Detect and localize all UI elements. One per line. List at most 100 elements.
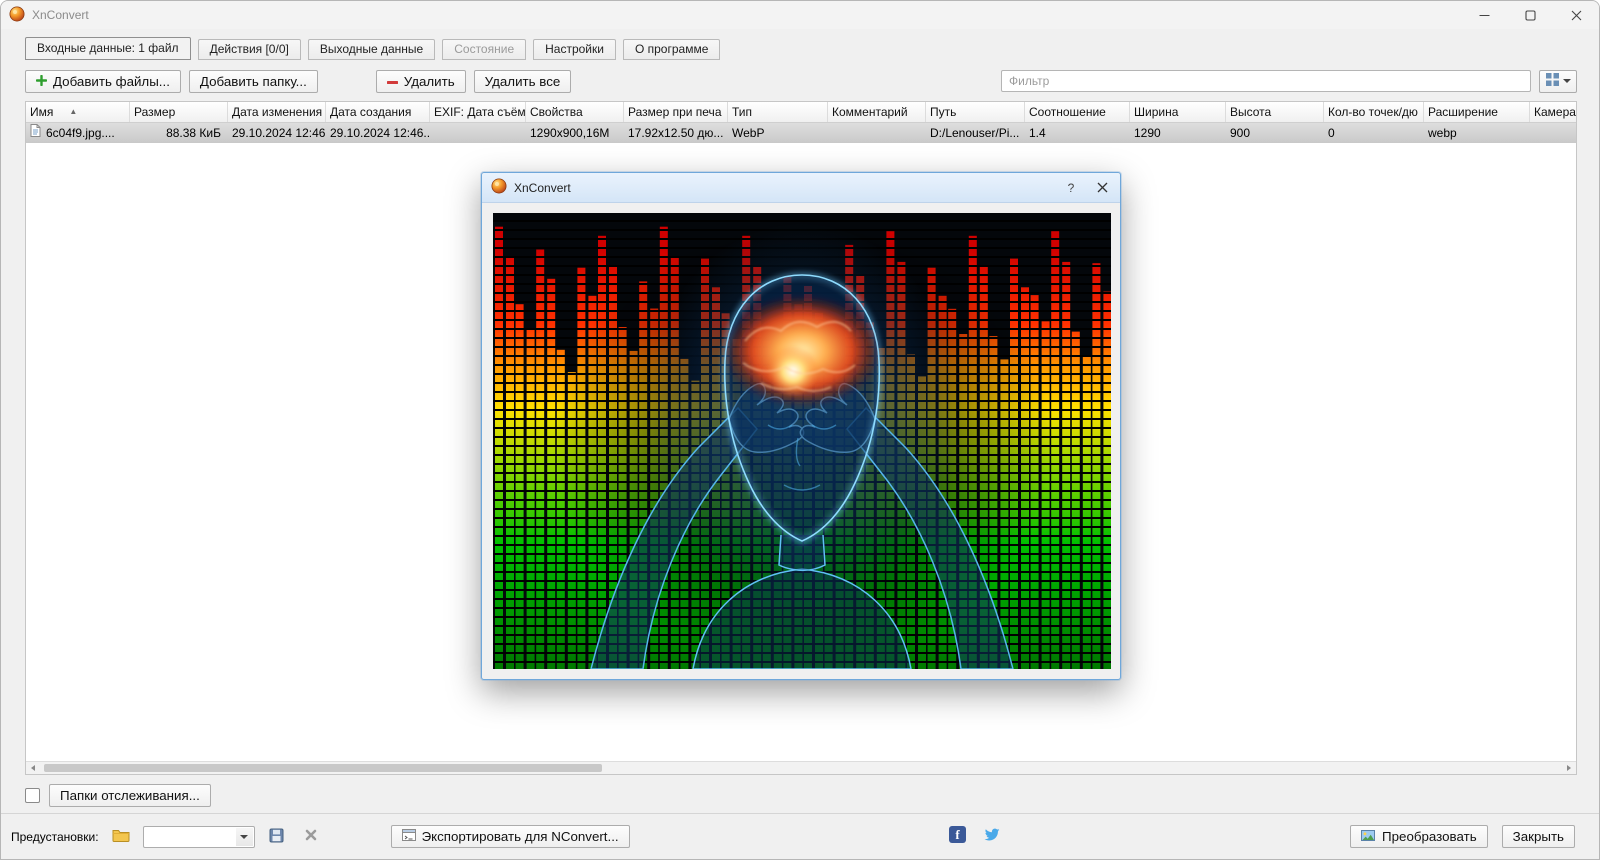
column-header-created[interactable]: Дата создания	[326, 102, 430, 122]
export-nconvert-label: Экспортировать для NConvert...	[422, 829, 619, 844]
column-label: Камера,	[1534, 105, 1576, 119]
tab-label: Настройки	[545, 42, 604, 56]
column-header-size[interactable]: Размер	[130, 102, 228, 122]
preview-image	[493, 213, 1111, 669]
cell-path: D:/Lenouser/Pi...	[926, 123, 1025, 143]
tab-label: Действия [0/0]	[210, 42, 289, 56]
dialog-close-button[interactable]	[1090, 177, 1114, 199]
add-folder-button[interactable]: Добавить папку...	[189, 70, 318, 93]
scroll-right-arrow-icon[interactable]	[1562, 762, 1576, 774]
close-app-button[interactable]: Закрыть	[1502, 825, 1575, 848]
tab-settings[interactable]: Настройки	[533, 39, 616, 60]
close-button[interactable]	[1553, 1, 1599, 29]
table-header: Имя▲ Размер Дата изменения Дата создания…	[26, 102, 1576, 123]
maximize-button[interactable]	[1507, 1, 1553, 29]
remove-all-button[interactable]: Удалить все	[474, 70, 572, 93]
column-header-exif-date[interactable]: EXIF: Дата съёмки	[430, 102, 526, 122]
cell-name: 6c04f9.jpg....	[26, 123, 130, 143]
tab-about[interactable]: О программе	[623, 39, 720, 60]
scroll-left-arrow-icon[interactable]	[26, 762, 40, 774]
convert-label: Преобразовать	[1382, 829, 1477, 844]
dialog-title-bar[interactable]: XnConvert ?	[482, 173, 1120, 203]
preview-dialog: XnConvert ?	[481, 172, 1121, 680]
combo-arrow-zone[interactable]	[236, 828, 253, 846]
tab-actions[interactable]: Действия [0/0]	[198, 39, 301, 60]
watch-folders-label: Папки отслеживания...	[60, 788, 200, 803]
horizontal-scrollbar[interactable]	[26, 761, 1576, 774]
convert-button[interactable]: Преобразовать	[1350, 825, 1488, 848]
column-label: Соотношение	[1029, 105, 1106, 119]
cell-dpi: 0	[1324, 123, 1424, 143]
export-script-icon	[402, 829, 416, 844]
tab-label: Входные данные: 1 файл	[37, 41, 179, 55]
watch-folders-checkbox[interactable]	[25, 788, 40, 803]
table-row[interactable]: 6c04f9.jpg.... 88.38 КиБ 29.10.2024 12:4…	[26, 123, 1576, 143]
column-header-camera[interactable]: Камера,	[1530, 102, 1576, 122]
close-label: Закрыть	[1513, 829, 1564, 844]
column-header-properties[interactable]: Свойства	[526, 102, 624, 122]
title-bar[interactable]: XnConvert	[1, 1, 1599, 29]
view-mode-button[interactable]	[1539, 70, 1577, 93]
cell-ratio: 1.4	[1025, 123, 1130, 143]
twitter-icon[interactable]	[983, 826, 1001, 846]
tab-input-files[interactable]: Входные данные: 1 файл	[25, 37, 191, 60]
cell-height: 900	[1226, 123, 1324, 143]
add-files-button[interactable]: Добавить файлы...	[25, 70, 181, 93]
column-header-type[interactable]: Тип	[728, 102, 828, 122]
save-preset-button[interactable]	[265, 825, 289, 848]
column-label: Дата создания	[330, 105, 411, 119]
column-header-modified[interactable]: Дата изменения	[228, 102, 326, 122]
facebook-icon[interactable]: f	[949, 826, 966, 843]
cell-comment	[828, 123, 926, 143]
screen: XnConvert Входные данные: 1 файл Действи…	[0, 0, 1600, 860]
column-label: Тип	[732, 105, 752, 119]
app-icon	[9, 6, 25, 25]
column-label: Комментарий	[832, 105, 908, 119]
column-header-print-size[interactable]: Размер при печа	[624, 102, 728, 122]
plus-icon	[36, 74, 47, 89]
remove-button[interactable]: Удалить	[376, 70, 466, 93]
dialog-body	[482, 203, 1120, 679]
open-preset-folder-button[interactable]	[109, 825, 133, 848]
add-folder-label: Добавить папку...	[200, 74, 307, 89]
cell-created: 29.10.2024 12:46...	[326, 123, 430, 143]
cell-size: 88.38 КиБ	[130, 123, 228, 143]
cell-camera	[1530, 123, 1576, 143]
column-label: Расширение	[1428, 105, 1498, 119]
tab-status[interactable]: Состояние	[442, 39, 526, 60]
horizontal-scrollbar-thumb[interactable]	[44, 764, 602, 772]
cell-modified: 29.10.2024 12:46...	[228, 123, 326, 143]
preset-select[interactable]	[143, 826, 255, 848]
minimize-button[interactable]	[1461, 1, 1507, 29]
column-label: Кол-во точек/дю	[1328, 105, 1418, 119]
window-title: XnConvert	[32, 8, 89, 22]
tab-bar: Входные данные: 1 файл Действия [0/0] Вы…	[25, 37, 720, 60]
column-label: Свойства	[530, 105, 583, 119]
filter-input[interactable]	[1001, 70, 1531, 92]
file-icon	[30, 123, 41, 143]
column-header-path[interactable]: Путь	[926, 102, 1025, 122]
delete-preset-button[interactable]	[299, 825, 323, 848]
cell-text: 6c04f9.jpg....	[46, 123, 115, 143]
export-nconvert-button[interactable]: Экспортировать для NConvert...	[391, 825, 630, 848]
chevron-down-icon	[1563, 79, 1571, 83]
column-label: EXIF: Дата съёмки	[434, 105, 526, 119]
cell-type: WebP	[728, 123, 828, 143]
app-icon	[491, 178, 507, 197]
column-header-height[interactable]: Высота	[1226, 102, 1324, 122]
column-label: Путь	[930, 105, 956, 119]
cell-properties: 1290x900,16M	[526, 123, 624, 143]
watch-folders-button[interactable]: Папки отслеживания...	[49, 784, 211, 807]
column-header-width[interactable]: Ширина	[1130, 102, 1226, 122]
column-header-comment[interactable]: Комментарий	[828, 102, 926, 122]
column-header-ratio[interactable]: Соотношение	[1025, 102, 1130, 122]
grid-view-icon	[1546, 73, 1559, 89]
column-header-extension[interactable]: Расширение	[1424, 102, 1530, 122]
column-header-dpi[interactable]: Кол-во точек/дю	[1324, 102, 1424, 122]
dialog-help-button[interactable]: ?	[1059, 177, 1083, 199]
tab-label: Выходные данные	[320, 42, 423, 56]
column-label: Имя	[30, 105, 53, 119]
tab-output[interactable]: Выходные данные	[308, 39, 435, 60]
column-header-name[interactable]: Имя▲	[26, 102, 130, 122]
watch-folders-row: Папки отслеживания...	[25, 783, 211, 807]
